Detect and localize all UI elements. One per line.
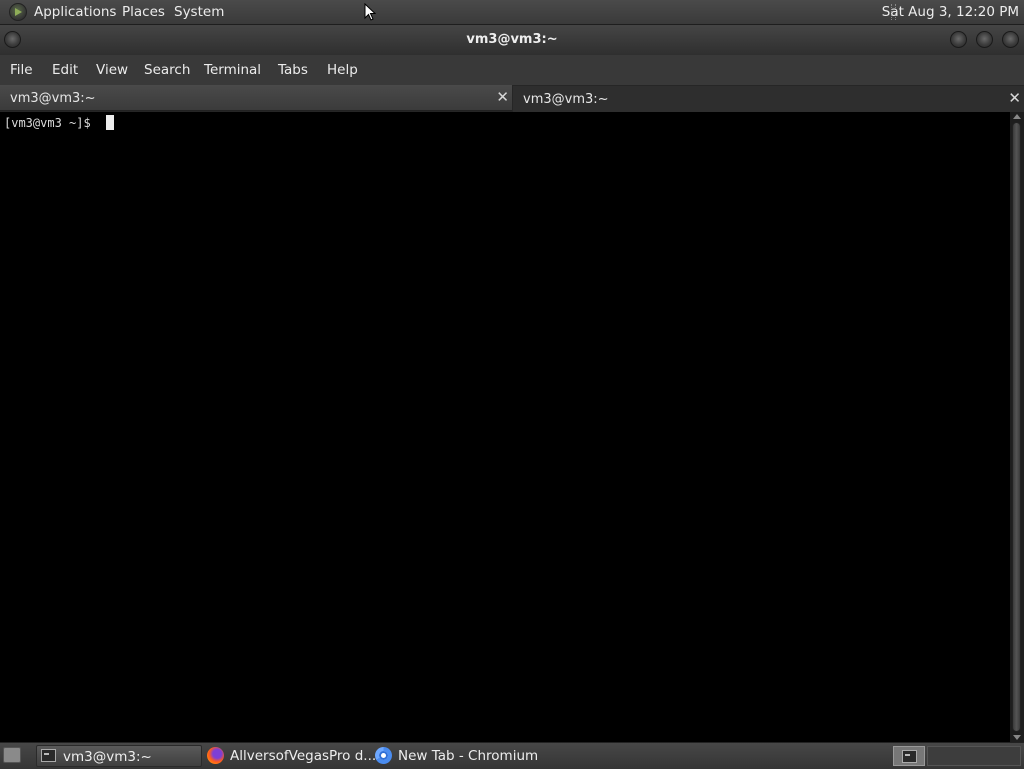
terminal-icon (41, 749, 56, 762)
taskbar-item-chromium[interactable]: New Tab - Chromium (372, 745, 562, 767)
clock[interactable]: Sat Aug 3, 12:20 PM (882, 4, 1019, 20)
menu-search[interactable]: Search (144, 62, 190, 78)
chromium-icon (375, 747, 392, 764)
menu-edit[interactable]: Edit (52, 62, 78, 78)
applications-logo-icon[interactable] (9, 3, 27, 21)
tab-terminal-1[interactable]: vm3@vm3:~ ✕ (0, 85, 512, 111)
tab-bar: vm3@vm3:~ ✕ vm3@vm3:~ ✕ (0, 85, 1024, 112)
tab-terminal-2[interactable]: vm3@vm3:~ ✕ (513, 86, 1024, 112)
minimize-button[interactable] (950, 31, 967, 48)
taskbar: vm3@vm3:~ AllversofVegasPro d... New Tab… (0, 742, 1024, 769)
close-tab-icon[interactable]: ✕ (1008, 89, 1021, 107)
menu-places[interactable]: Places (122, 4, 165, 20)
scroll-down-arrow-icon[interactable] (1013, 735, 1021, 740)
text-cursor (106, 115, 114, 130)
top-panel: Applications Places System Sat Aug 3, 12… (0, 0, 1024, 25)
task-label: New Tab - Chromium (398, 748, 539, 764)
tab-label: vm3@vm3:~ (10, 91, 96, 106)
task-label: AllversofVegasPro d... (230, 748, 377, 764)
window-title-bar[interactable]: vm3@vm3:~ (0, 25, 1024, 55)
shell-prompt: [vm3@vm3 ~]$ (4, 116, 98, 130)
close-window-button[interactable] (1002, 31, 1019, 48)
menu-tabs[interactable]: Tabs (278, 62, 308, 78)
mouse-pointer-icon (364, 2, 377, 25)
taskbar-item-firefox[interactable]: AllversofVegasPro d... (204, 745, 376, 767)
scrollbar-thumb[interactable] (1012, 122, 1021, 732)
menu-system[interactable]: System (174, 4, 224, 20)
menu-applications[interactable]: Applications (34, 4, 116, 20)
maximize-button[interactable] (976, 31, 993, 48)
taskbar-item-terminal[interactable]: vm3@vm3:~ (36, 745, 202, 767)
workspace-switcher-2[interactable] (927, 746, 1021, 766)
menu-bar: File Edit View Search Terminal Tabs Help (0, 55, 1024, 85)
show-desktop-icon[interactable] (3, 747, 21, 763)
terminal-output[interactable]: [vm3@vm3 ~]$ (0, 112, 1010, 742)
scroll-up-arrow-icon[interactable] (1013, 114, 1021, 119)
terminal-icon (902, 750, 917, 763)
scrollbar[interactable] (1010, 112, 1024, 742)
workspace-switcher-1[interactable] (893, 746, 925, 766)
firefox-icon (207, 747, 224, 764)
menu-file[interactable]: File (10, 62, 33, 78)
menu-view[interactable]: View (96, 62, 128, 78)
menu-terminal[interactable]: Terminal (204, 62, 261, 78)
menu-help[interactable]: Help (327, 62, 358, 78)
close-tab-icon[interactable]: ✕ (496, 88, 509, 106)
tab-label: vm3@vm3:~ (523, 92, 609, 107)
window-title: vm3@vm3:~ (466, 32, 558, 47)
task-label: vm3@vm3:~ (63, 749, 152, 765)
